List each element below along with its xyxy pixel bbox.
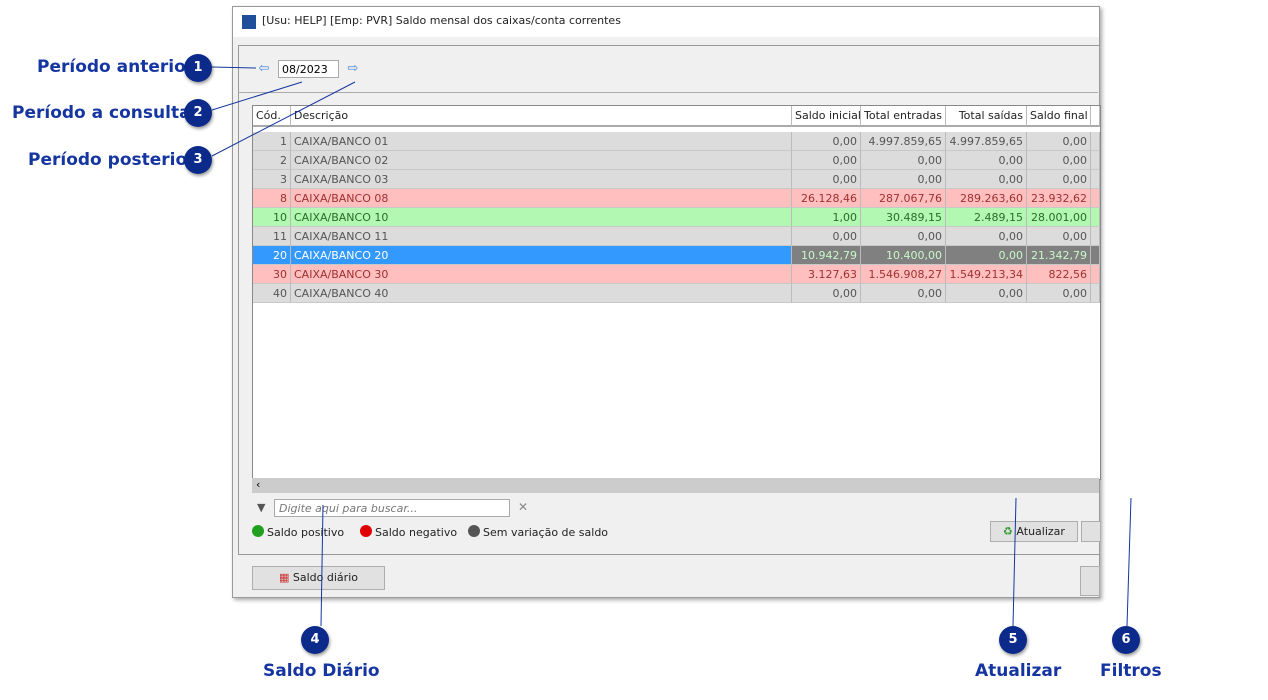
callout-label-period: Período a consultar — [12, 103, 199, 123]
callout-badge-2: 2 — [184, 99, 212, 127]
callout-label-next: Período posterior — [28, 150, 196, 170]
callout-badge-4: 4 — [301, 626, 329, 654]
callout-badge-3: 3 — [184, 146, 212, 174]
callout-label-filters: Filtros — [1100, 661, 1162, 681]
callout-badge-5: 5 — [999, 626, 1027, 654]
callout-badge-1: 1 — [184, 54, 212, 82]
callout-label-daily: Saldo Diário — [263, 661, 380, 681]
callout-badge-6: 6 — [1112, 626, 1140, 654]
callout-label-refresh: Atualizar — [975, 661, 1062, 681]
callout-label-previous: Período anterior — [37, 57, 195, 77]
